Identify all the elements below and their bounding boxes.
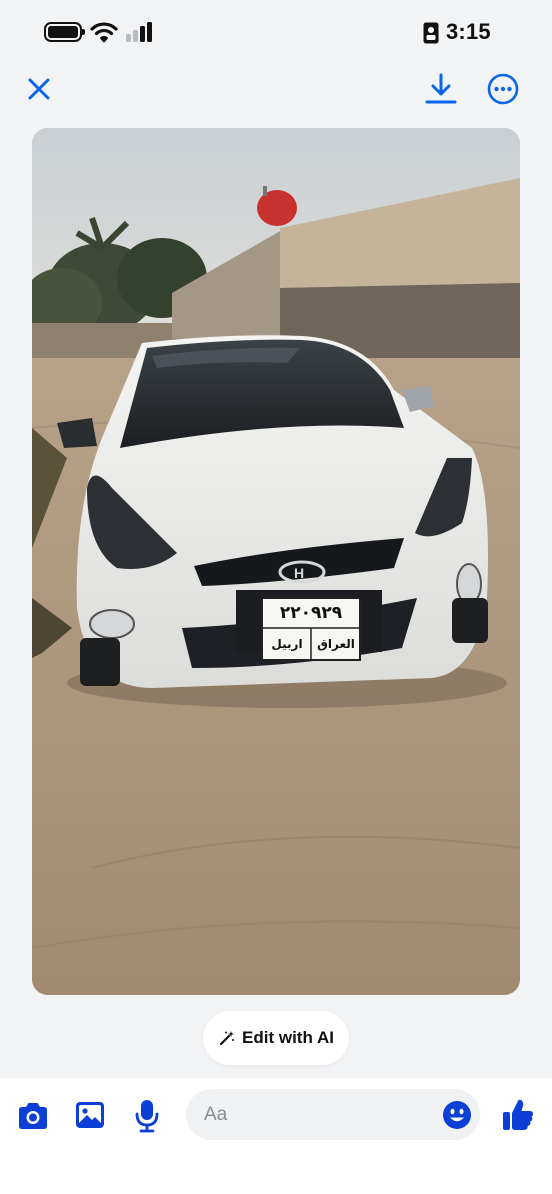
gallery-icon[interactable] — [74, 1100, 106, 1130]
more-icon[interactable] — [486, 72, 520, 106]
message-composer — [0, 1078, 552, 1194]
clock: 3:15 — [446, 19, 491, 44]
car-photo: H — [32, 128, 520, 995]
camera-icon[interactable] — [16, 1100, 50, 1132]
edit-with-ai-button[interactable]: Edit with AI — [203, 1011, 349, 1065]
edit-with-ai-label: Edit with AI — [242, 1028, 334, 1047]
wifi-icon — [90, 22, 118, 43]
message-input[interactable] — [204, 1089, 424, 1140]
close-icon[interactable] — [24, 74, 54, 104]
plate-number: ٢٢٠٩٢٩ — [279, 603, 343, 623]
message-box — [186, 1089, 480, 1140]
plate-region: اربيل — [271, 637, 303, 651]
cellular-signal-icon — [126, 22, 156, 42]
thumbs-up-icon[interactable] — [502, 1098, 534, 1132]
battery-icon — [44, 22, 85, 42]
plate-country: العراق — [317, 637, 355, 651]
status-bar: 3:15 — [0, 0, 552, 66]
photo-viewer[interactable]: H ٢٢٠٩٢٩ العراق اربيل — [32, 128, 520, 995]
download-icon[interactable] — [424, 72, 458, 106]
magic-wand-icon — [219, 1031, 235, 1046]
emoji-icon[interactable] — [442, 1100, 472, 1130]
svg-text:H: H — [294, 565, 304, 581]
microphone-icon[interactable] — [134, 1098, 160, 1134]
id-badge-icon — [423, 22, 439, 44]
